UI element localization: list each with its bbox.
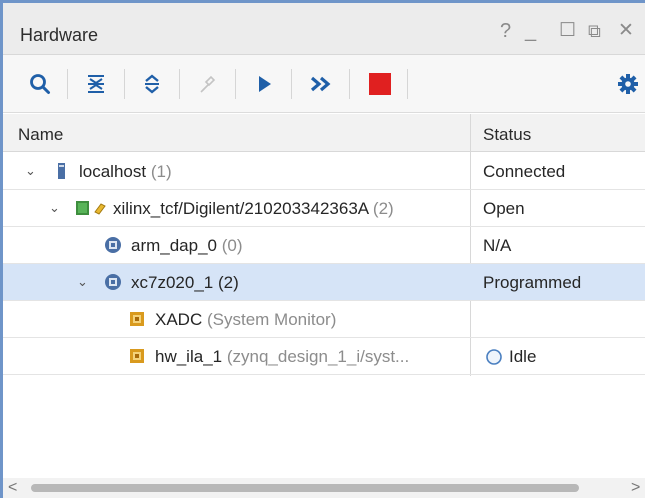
status-cell: Connected xyxy=(483,162,566,181)
child-count: (0) xyxy=(221,236,243,255)
stop-trigger-button[interactable] xyxy=(365,69,395,99)
toolbar-separator xyxy=(349,69,350,99)
chip-icon xyxy=(105,237,121,253)
tree-row-xc7z020[interactable]: ⌄ xc7z020_1 (2) Programmed xyxy=(3,264,645,301)
tree-row-label: xc7z020_1 (2) xyxy=(131,273,239,293)
search-icon xyxy=(30,74,50,94)
stop-trigger-icon xyxy=(369,73,391,95)
host-name: localhost xyxy=(79,162,147,181)
tree-row-localhost[interactable]: ⌄ localhost (1) Connected xyxy=(3,153,645,190)
hardware-panel: Hardware ? _ ☐ ⧉ ✕ Name Status ⌄ localho… xyxy=(0,0,645,498)
child-count: (2) xyxy=(217,273,239,292)
chevron-down-icon[interactable]: ⌄ xyxy=(49,200,60,216)
tree-row-hw-ila[interactable]: hw_ila_1 (zynq_design_1_i/syst... Idle xyxy=(3,338,645,375)
toolbar-separator xyxy=(291,69,292,99)
run-trigger-immediate-icon xyxy=(310,76,331,92)
minimize-icon[interactable]: _ xyxy=(525,21,536,41)
debug-core-icon xyxy=(130,349,144,363)
run-trigger-icon xyxy=(259,76,271,92)
status-cell: Idle xyxy=(509,347,537,366)
tree-row-label: hw_ila_1 (zynq_design_1_i/syst... xyxy=(155,347,409,367)
panel-titlebar: Hardware ? _ ☐ ⧉ ✕ xyxy=(3,3,645,55)
status-cell: Open xyxy=(483,199,525,218)
tree-row-jtag-target[interactable]: ⌄ xilinx_tcf/Digilent/210203342363A (2) … xyxy=(3,190,645,227)
toolbar-separator xyxy=(407,69,408,99)
status-cell: Programmed xyxy=(483,273,582,292)
child-count: (2) xyxy=(372,199,394,218)
core-detail: (System Monitor) xyxy=(206,310,337,329)
gear-icon xyxy=(618,74,638,94)
tree-row-arm-dap[interactable]: arm_dap_0 (0) N/A xyxy=(3,227,645,264)
core-name: XADC xyxy=(155,310,203,329)
toolbar-separator xyxy=(124,69,125,99)
auto-connect-icon xyxy=(200,75,216,93)
table-header: Name Status xyxy=(3,114,645,152)
run-trigger-button[interactable] xyxy=(249,69,279,99)
server-icon xyxy=(58,163,65,179)
device-name: xc7z020_1 xyxy=(131,273,214,292)
child-count: (1) xyxy=(150,162,172,181)
toolbar-separator xyxy=(235,69,236,99)
toolbar-separator xyxy=(179,69,180,99)
scrollbar-thumb[interactable] xyxy=(31,484,579,492)
chevron-down-icon[interactable]: ⌄ xyxy=(77,274,88,290)
column-header-name[interactable]: Name xyxy=(18,125,63,145)
collapse-all-icon xyxy=(88,75,104,93)
tree-row-label: arm_dap_0 (0) xyxy=(131,236,243,256)
close-icon[interactable]: ✕ xyxy=(618,21,634,41)
chevron-down-icon[interactable]: ⌄ xyxy=(25,163,36,179)
core-name: hw_ila_1 xyxy=(155,347,223,366)
run-trigger-immediate-button[interactable] xyxy=(306,69,336,99)
toolbar-separator xyxy=(67,69,68,99)
chip-icon xyxy=(105,274,121,290)
scroll-left-icon[interactable]: < xyxy=(8,479,17,497)
column-header-status[interactable]: Status xyxy=(483,125,531,145)
debug-core-icon xyxy=(130,312,144,326)
expand-all-button[interactable] xyxy=(137,69,167,99)
tree-row-label: localhost (1) xyxy=(79,162,172,182)
panel-title: Hardware xyxy=(20,25,99,45)
maximize-icon[interactable]: ☐ xyxy=(559,21,576,41)
hardware-toolbar xyxy=(3,55,645,113)
help-icon[interactable]: ? xyxy=(500,21,511,41)
horizontal-scrollbar[interactable]: < > xyxy=(3,478,645,498)
tree-row-xadc[interactable]: XADC (System Monitor) xyxy=(3,301,645,338)
device-name: arm_dap_0 xyxy=(131,236,218,255)
jtag-cable-icon xyxy=(76,201,106,215)
target-name: xilinx_tcf/Digilent/210203342363A xyxy=(113,199,369,218)
scroll-right-icon[interactable]: > xyxy=(631,479,640,497)
auto-connect-button[interactable] xyxy=(193,69,223,99)
idle-circle-icon xyxy=(486,349,502,365)
status-cell: N/A xyxy=(483,236,512,255)
tree-row-label: xilinx_tcf/Digilent/210203342363A (2) xyxy=(113,199,394,219)
core-detail: (zynq_design_1_i/syst... xyxy=(226,347,410,366)
float-icon[interactable]: ⧉ xyxy=(588,21,601,41)
search-button[interactable] xyxy=(25,69,55,99)
expand-all-icon xyxy=(145,74,159,94)
tree-row-label: XADC (System Monitor) xyxy=(155,310,336,330)
collapse-all-button[interactable] xyxy=(81,69,111,99)
settings-button[interactable] xyxy=(613,69,643,99)
